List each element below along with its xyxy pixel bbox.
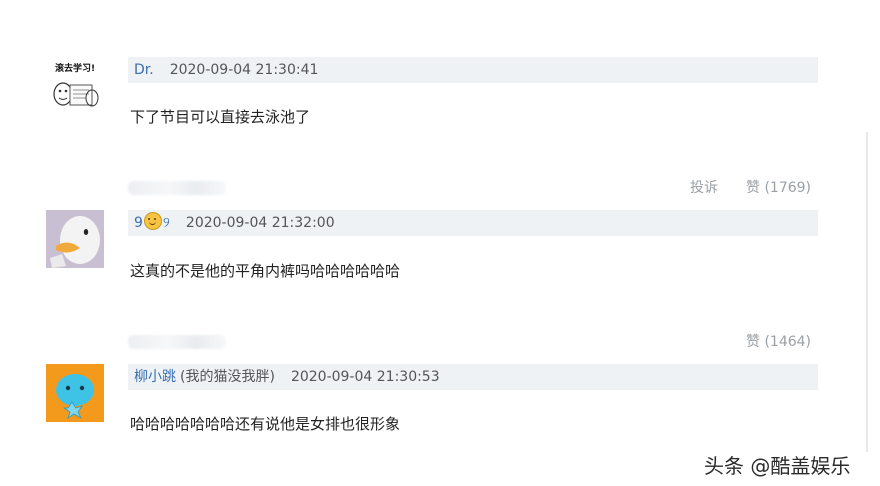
comment-text: 这真的不是他的平角内裤吗哈哈哈哈哈哈 (130, 262, 401, 280)
comment-feed-page: 滚去学习! Dr. 2020-09-04 21:30:41 下了节目可以直接去泳池… (0, 0, 880, 486)
comment-timestamp: 2020-09-04 21:30:53 (290, 369, 440, 385)
username-link[interactable]: 9୨ (134, 212, 170, 231)
blurred-username (128, 335, 226, 349)
comment-timestamp: 2020-09-04 21:30:41 (169, 62, 319, 78)
like-button[interactable]: 赞 (1464) (746, 331, 811, 351)
duck-avatar-icon (46, 210, 104, 268)
username-link[interactable]: 柳小跳 (134, 369, 176, 385)
username-suffix: ୨ (162, 215, 170, 231)
comment-text: 哈哈哈哈哈哈哈还有说他是女排也很形象 (130, 415, 401, 433)
meme-avatar-icon: 滚去学习! (53, 62, 99, 107)
avatar[interactable] (46, 364, 104, 422)
blue-creature-avatar-icon (46, 364, 104, 422)
username-link[interactable]: Dr. (134, 62, 154, 78)
comment-text: 下了节目可以直接去泳池了 (130, 108, 311, 126)
username-prefix: 9 (134, 215, 143, 231)
report-button[interactable]: 投诉 (690, 177, 718, 197)
comment-meta-bar: 柳小跳 (我的猫没我胖) 2020-09-04 21:30:53 (128, 364, 818, 390)
comment-meta-bar: 9 ୨ 2020-09-04 21:32:00 (128, 210, 818, 236)
like-button[interactable]: 赞 (1769) (746, 177, 811, 197)
comment-meta-bar: Dr. 2020-09-04 21:30:41 (128, 57, 818, 83)
avatar[interactable] (46, 210, 104, 268)
comment-action-row: 赞 (1464) (0, 331, 880, 353)
watermark: 头条 @酷盖娱乐 (704, 454, 851, 478)
smiley-emoji-icon (143, 212, 162, 230)
avatar[interactable]: 滚去学习! (46, 58, 104, 116)
avatar-caption: 滚去学习! (55, 62, 95, 74)
blurred-username (128, 181, 226, 195)
username-note: (我的猫没我胖) (180, 369, 275, 385)
comment-action-row: 投诉 赞 (1769) (0, 177, 880, 199)
comment-timestamp: 2020-09-04 21:32:00 (185, 215, 335, 231)
